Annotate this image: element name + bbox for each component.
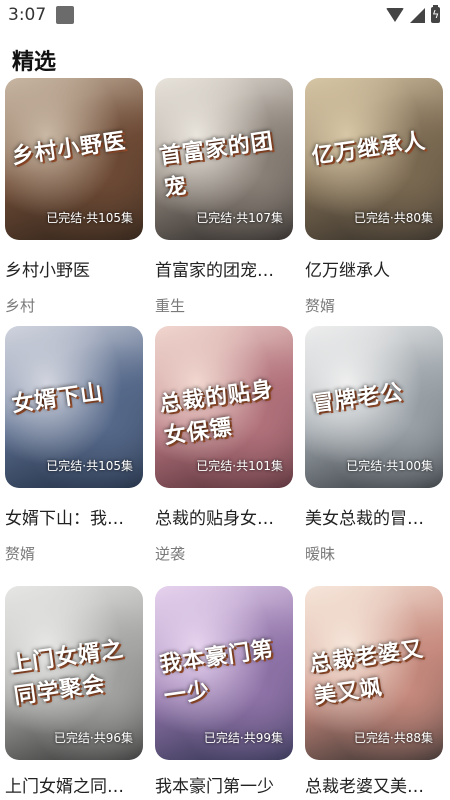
drama-card[interactable]: 总裁的贴身女保镖 已完结·共101集 总裁的贴身女… 逆袭 (155, 326, 293, 564)
drama-cover[interactable]: 亿万继承人 已完结·共80集 (305, 78, 443, 240)
episode-badge: 已完结·共96集 (53, 731, 133, 745)
drama-title[interactable]: 我本豪门第一少 (155, 772, 300, 797)
drama-cover[interactable]: 总裁的贴身女保镖 已完结·共101集 (155, 326, 293, 488)
drama-title[interactable]: 女婿下山：我… (5, 504, 150, 529)
drama-title[interactable]: 总裁的贴身女… (155, 504, 300, 529)
episode-badge: 已完结·共101集 (196, 459, 283, 473)
drama-cover[interactable]: 冒牌老公 已完结·共100集 (305, 326, 443, 488)
episode-badge: 已完结·共99集 (203, 731, 283, 745)
app-notification-icon (56, 6, 74, 24)
drama-card[interactable]: 女婿下山 已完结·共105集 女婿下山：我… 赘婿 (5, 326, 143, 564)
episode-badge: 已完结·共100集 (346, 459, 433, 473)
drama-tag: 赘婿 (305, 297, 336, 315)
drama-tag: 赘婿 (5, 545, 36, 563)
section-title: 精选 (12, 50, 57, 75)
episode-badge: 已完结·共105集 (46, 211, 133, 225)
drama-tag: 逆袭 (155, 545, 186, 563)
drama-title[interactable]: 首富家的团宠… (155, 256, 300, 281)
drama-cover[interactable]: 总裁老婆又美又飒 已完结·共88集 (305, 586, 443, 760)
drama-tag: 暧昧 (305, 545, 336, 563)
status-bar: 3:07 ϟ (0, 0, 450, 32)
drama-tag: 乡村 (5, 297, 36, 315)
drama-card[interactable]: 冒牌老公 已完结·共100集 美女总裁的冒… 暧昧 (305, 326, 443, 564)
drama-title[interactable]: 美女总裁的冒… (305, 504, 450, 529)
drama-card[interactable]: 乡村小野医 已完结·共105集 乡村小野医 乡村 (5, 78, 143, 316)
battery-icon: ϟ (431, 5, 440, 23)
drama-card[interactable]: 上门女婿之同学聚会 已完结·共96集 上门女婿之同… (5, 586, 143, 797)
drama-card[interactable]: 亿万继承人 已完结·共80集 亿万继承人 赘婿 (305, 78, 443, 316)
drama-cover[interactable]: 上门女婿之同学聚会 已完结·共96集 (5, 586, 143, 760)
drama-title[interactable]: 亿万继承人 (305, 256, 450, 281)
drama-title[interactable]: 上门女婿之同… (5, 772, 150, 797)
drama-title[interactable]: 总裁老婆又美… (305, 772, 450, 797)
drama-cover[interactable]: 女婿下山 已完结·共105集 (5, 326, 143, 488)
drama-tag: 重生 (155, 297, 186, 315)
episode-badge: 已完结·共107集 (196, 211, 283, 225)
episode-badge: 已完结·共105集 (46, 459, 133, 473)
episode-badge: 已完结·共80集 (353, 211, 433, 225)
drama-cover[interactable]: 首富家的团宠 已完结·共107集 (155, 78, 293, 240)
drama-title[interactable]: 乡村小野医 (5, 256, 150, 281)
status-time: 3:07 (8, 5, 47, 25)
drama-card[interactable]: 我本豪门第一少 已完结·共99集 我本豪门第一少 (155, 586, 293, 797)
drama-cover[interactable]: 乡村小野医 已完结·共105集 (5, 78, 143, 240)
signal-icon (410, 7, 425, 23)
drama-cover[interactable]: 我本豪门第一少 已完结·共99集 (155, 586, 293, 760)
status-icons: ϟ (386, 5, 440, 23)
episode-badge: 已完结·共88集 (353, 731, 433, 745)
drama-card[interactable]: 总裁老婆又美又飒 已完结·共88集 总裁老婆又美… (305, 586, 443, 797)
drama-card[interactable]: 首富家的团宠 已完结·共107集 首富家的团宠… 重生 (155, 78, 293, 316)
wifi-icon (386, 8, 404, 22)
